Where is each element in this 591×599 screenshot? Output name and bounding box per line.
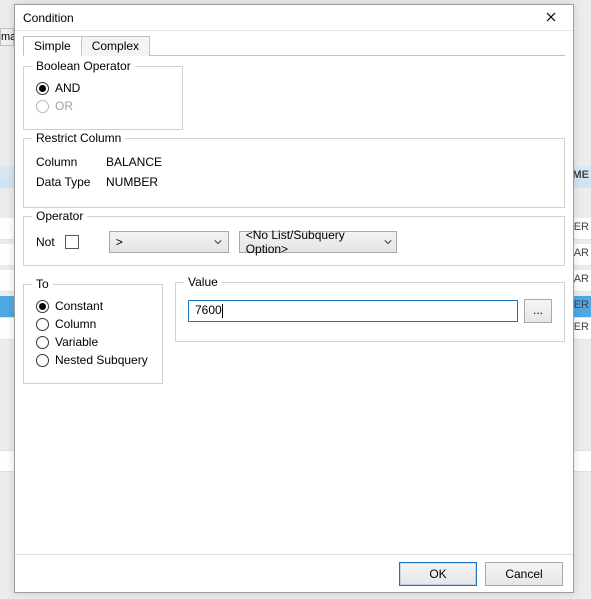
list-subquery-select[interactable]: <No List/Subquery Option>: [239, 231, 397, 253]
text-cursor: [222, 304, 223, 318]
boolean-operator-group: Boolean Operator AND OR: [23, 66, 183, 130]
radio-variable-row[interactable]: Variable: [36, 335, 150, 349]
not-label: Not: [36, 235, 55, 249]
radio-and[interactable]: [36, 82, 49, 95]
radio-and-label: AND: [55, 81, 80, 95]
radio-nested-row[interactable]: Nested Subquery: [36, 353, 150, 367]
radio-or-row[interactable]: OR: [36, 99, 170, 113]
radio-constant[interactable]: [36, 300, 49, 313]
cancel-button[interactable]: Cancel: [485, 562, 563, 586]
radio-constant-row[interactable]: Constant: [36, 299, 150, 313]
radio-constant-label: Constant: [55, 299, 103, 313]
value-input-text: 7600: [195, 303, 222, 317]
radio-column-label: Column: [55, 317, 96, 331]
bg-left-tab: ma: [0, 28, 14, 46]
bg-cell: ER: [574, 299, 589, 311]
tab-simple[interactable]: Simple: [23, 36, 82, 56]
radio-and-row[interactable]: AND: [36, 81, 170, 95]
close-icon: [546, 11, 556, 25]
value-input[interactable]: 7600: [188, 300, 518, 322]
operator-group: Operator Not > <No List/Subquery Option>: [23, 216, 565, 266]
column-value: BALANCE: [106, 155, 162, 169]
tab-complex[interactable]: Complex: [81, 36, 150, 56]
radio-or[interactable]: [36, 100, 49, 113]
to-legend: To: [32, 277, 53, 291]
dialog-body: Simple Complex Boolean Operator AND OR R…: [15, 31, 573, 554]
value-legend: Value: [184, 275, 222, 289]
radio-variable[interactable]: [36, 336, 49, 349]
radio-nested-label: Nested Subquery: [55, 353, 148, 367]
ok-button[interactable]: OK: [399, 562, 477, 586]
column-label: Column: [36, 155, 106, 169]
radio-or-label: OR: [55, 99, 73, 113]
to-group: To Constant Column Variable Nested Subqu…: [23, 284, 163, 384]
radio-variable-label: Variable: [55, 335, 98, 349]
operator-select-value: >: [116, 235, 123, 249]
dialog-title: Condition: [23, 11, 535, 25]
boolean-operator-legend: Boolean Operator: [32, 59, 135, 73]
list-subquery-value: <No List/Subquery Option>: [246, 228, 376, 256]
dialog-footer: OK Cancel: [15, 554, 573, 592]
data-type-label: Data Type: [36, 175, 106, 189]
chevron-down-icon: [214, 238, 222, 246]
operator-legend: Operator: [32, 209, 87, 223]
browse-button[interactable]: ...: [524, 299, 552, 323]
restrict-column-legend: Restrict Column: [32, 131, 125, 145]
radio-nested[interactable]: [36, 354, 49, 367]
not-checkbox[interactable]: [65, 235, 79, 249]
close-button[interactable]: [535, 7, 567, 29]
tab-strip: Simple Complex: [23, 35, 565, 56]
titlebar: Condition: [15, 5, 573, 31]
operator-select[interactable]: >: [109, 231, 229, 253]
chevron-down-icon: [384, 238, 392, 246]
value-group: Value 7600 ...: [175, 282, 565, 342]
radio-column[interactable]: [36, 318, 49, 331]
data-type-value: NUMBER: [106, 175, 158, 189]
condition-dialog: Condition Simple Complex Boolean Operato…: [14, 4, 574, 593]
restrict-column-group: Restrict Column Column BALANCE Data Type…: [23, 138, 565, 208]
radio-column-row[interactable]: Column: [36, 317, 150, 331]
